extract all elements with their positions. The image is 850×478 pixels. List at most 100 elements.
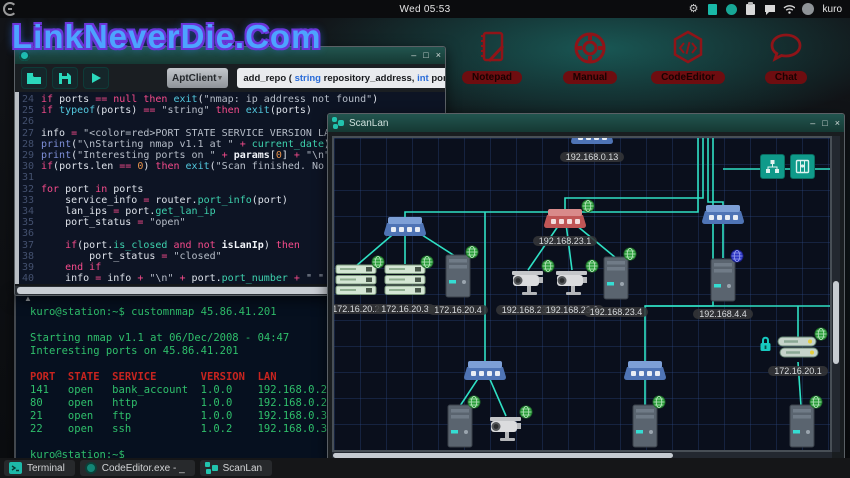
wifi-icon[interactable] — [783, 3, 795, 15]
indicator-square-icon[interactable] — [707, 3, 719, 15]
terminal-line: 21 open ftp 1.0.0 192.168.0.3 — [30, 410, 326, 423]
taskbar-item-terminal[interactable]: Terminal — [4, 460, 75, 476]
maximize-icon[interactable]: □ — [822, 119, 827, 128]
camera-device-icon — [553, 268, 591, 303]
tower-device-icon — [710, 258, 736, 307]
minimize-icon[interactable]: – — [411, 51, 416, 60]
tower-device-icon — [603, 256, 629, 305]
class-selector-value: AptClient — [172, 73, 216, 84]
terminal-line: 80 open http 1.0.0 192.168.0.2 — [30, 397, 326, 410]
internet-globe-icon — [519, 405, 533, 424]
switch-device-icon — [543, 208, 587, 234]
top-system-bar: Wed 05:53 ⚙kuro — [0, 0, 850, 18]
network-node-192.168.0.13[interactable]: 192.168.0.13 — [562, 136, 622, 162]
terminal-line: Starting nmap v1.1 at 06/Dec/2008 - 04:4… — [30, 332, 326, 345]
settings-icon[interactable]: ⚙ — [688, 3, 700, 15]
network-node-192.168.4.4[interactable]: 192.168.4.4 — [702, 258, 744, 319]
network-node[interactable] — [615, 360, 675, 386]
system-tray: ⚙ kuro — [688, 3, 850, 15]
class-selector-dropdown[interactable]: AptClient ▼ — [167, 68, 228, 88]
code-editor-titlebar[interactable]: – □ × — [15, 47, 445, 64]
network-node[interactable] — [455, 360, 515, 386]
avatar-icon[interactable] — [802, 3, 814, 15]
desktop-icons: Notepad Manual CodeEditor Chat — [460, 28, 818, 84]
scanlan-titlebar[interactable]: ScanLan – □ × — [328, 114, 844, 132]
codeeditor-icon — [85, 462, 97, 474]
save-file-button[interactable] — [52, 67, 78, 89]
camera-device-icon — [487, 414, 525, 449]
scroll-up-icon[interactable]: ▲ — [24, 295, 32, 303]
terminal-line: Interesting ports on 45.86.41.201 — [30, 345, 326, 358]
close-icon[interactable]: × — [436, 51, 441, 60]
desktop-icon-codeeditor[interactable]: CodeEditor — [656, 28, 720, 84]
terminal-line: PORT STATE SERVICE VERSION LAN — [30, 371, 326, 384]
terminal-output[interactable]: kuro@station:~$ customnmap 45.86.41.201 … — [16, 294, 330, 462]
network-map[interactable]: 192.168.0.13172.16.20.2172.16.20.3172.16… — [332, 136, 832, 452]
open-file-button[interactable] — [21, 67, 47, 89]
clipboard-icon[interactable] — [745, 3, 757, 15]
terminal-line: 22 open ssh 1.0.2 192.168.0.3 — [30, 423, 326, 436]
network-node-172.16.20.8[interactable]: 172.16.20.8 — [781, 404, 823, 452]
editor-toolbar: AptClient ▼ add_repo ( string repository… — [15, 64, 445, 92]
terminal-line: kuro@station:~$ customnmap 45.86.41.201 — [30, 306, 326, 319]
minimize-icon[interactable]: – — [810, 119, 815, 128]
desktop-icon-chat[interactable]: Chat — [754, 28, 818, 84]
signature-value: add_repo ( string repository_address, in… — [243, 73, 446, 84]
internet-globe-icon — [652, 395, 666, 414]
switch-device-icon — [463, 360, 507, 386]
switch-device-icon — [383, 216, 427, 242]
map-vertical-scrollbar[interactable] — [832, 136, 840, 452]
taskbar-item-codeeditor[interactable]: CodeEditor.exe - _ — [80, 460, 195, 476]
tower-device-icon — [789, 404, 815, 452]
internet-globe-icon — [465, 245, 479, 264]
node-ip-label: 192.168.0.13 — [560, 152, 625, 162]
network-node[interactable] — [693, 204, 753, 230]
close-icon[interactable]: × — [835, 119, 840, 128]
network-node-172.16.20.6[interactable]: 172.16.20.6 — [479, 414, 533, 452]
network-node-172.16.20.5[interactable]: 172.16.20.5 — [439, 404, 481, 452]
signature-dropdown[interactable]: add_repo ( string repository_address, in… — [237, 68, 446, 88]
code-line: 24if ports == null then exit("nmap: ip a… — [19, 94, 445, 105]
network-node-172.16.20.1[interactable]: 172.16.20.1 — [768, 336, 828, 376]
taskbar-item-label: ScanLan — [223, 463, 262, 474]
indicator-circle-icon[interactable] — [726, 3, 738, 15]
node-ip-label: 172.16.20.1 — [768, 366, 828, 376]
network-node-172.16.20.4[interactable]: 172.16.20.4 — [437, 254, 479, 315]
maximize-icon[interactable]: □ — [423, 51, 428, 60]
switch-device-icon — [623, 360, 667, 386]
scanlan-icon — [205, 462, 218, 474]
taskbar-item-scanlan[interactable]: ScanLan — [200, 460, 272, 476]
username: kuro — [823, 4, 842, 15]
network-node-172.16.20.3[interactable]: 172.16.20.3 — [376, 264, 434, 314]
desktop-icon-label: Chat — [765, 71, 807, 84]
node-ip-label: 192.168.23.1 — [533, 236, 598, 246]
messages-icon[interactable] — [764, 3, 776, 15]
tower-device-icon — [447, 404, 473, 452]
map-view-button[interactable] — [790, 154, 815, 179]
scrollbar-thumb[interactable] — [833, 281, 839, 363]
internet-globe-icon — [623, 247, 637, 266]
desktop-icon-notepad[interactable]: Notepad — [460, 28, 524, 84]
tower-device-icon — [445, 254, 471, 303]
network-node[interactable] — [375, 216, 435, 242]
network-node-192.168.23.1[interactable]: 192.168.23.1 — [535, 208, 595, 246]
run-script-button[interactable] — [83, 67, 109, 89]
terminal-window: ▲ kuro@station:~$ customnmap 45.86.41.20… — [14, 292, 332, 475]
network-node-192.168.23.4[interactable]: 192.168.23.4 — [595, 256, 637, 317]
internet-globe-icon — [467, 395, 481, 414]
terminal-line — [30, 436, 326, 449]
desktop-icon-manual[interactable]: Manual — [558, 28, 622, 84]
node-ip-label: 172.16.20.3 — [375, 304, 435, 314]
network-node-172.16.20.7[interactable]: 172.16.20.7 — [624, 404, 666, 452]
tree-view-button[interactable] — [760, 154, 785, 179]
node-ip-label: 192.168.23.4 — [584, 307, 649, 317]
desktop-icon-label: Notepad — [462, 71, 522, 84]
rack-device-icon — [335, 264, 377, 302]
taskbar: Terminal CodeEditor.exe - _ ScanLan — [0, 458, 850, 478]
editor-vertical-scrollbar[interactable] — [15, 92, 19, 284]
terminal-line: 141 open bank_account 1.0.0 192.168.0.2 — [30, 384, 326, 397]
map-view-buttons — [760, 154, 815, 179]
internet-globe-icon — [730, 249, 744, 268]
scanlan-window: ScanLan – □ × 192.168.0.13172.16.20.2172… — [327, 113, 845, 463]
scanlan-title: ScanLan — [349, 118, 388, 129]
